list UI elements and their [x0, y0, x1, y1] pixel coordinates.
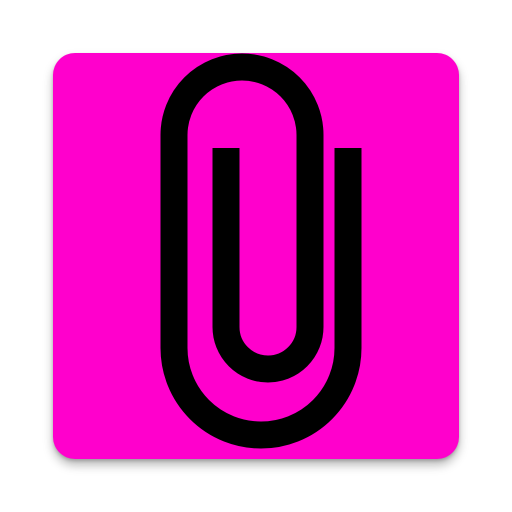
paperclip-icon: [160, 53, 362, 449]
app-icon[interactable]: [0, 0, 512, 512]
paperclip-wire: [160, 53, 362, 449]
